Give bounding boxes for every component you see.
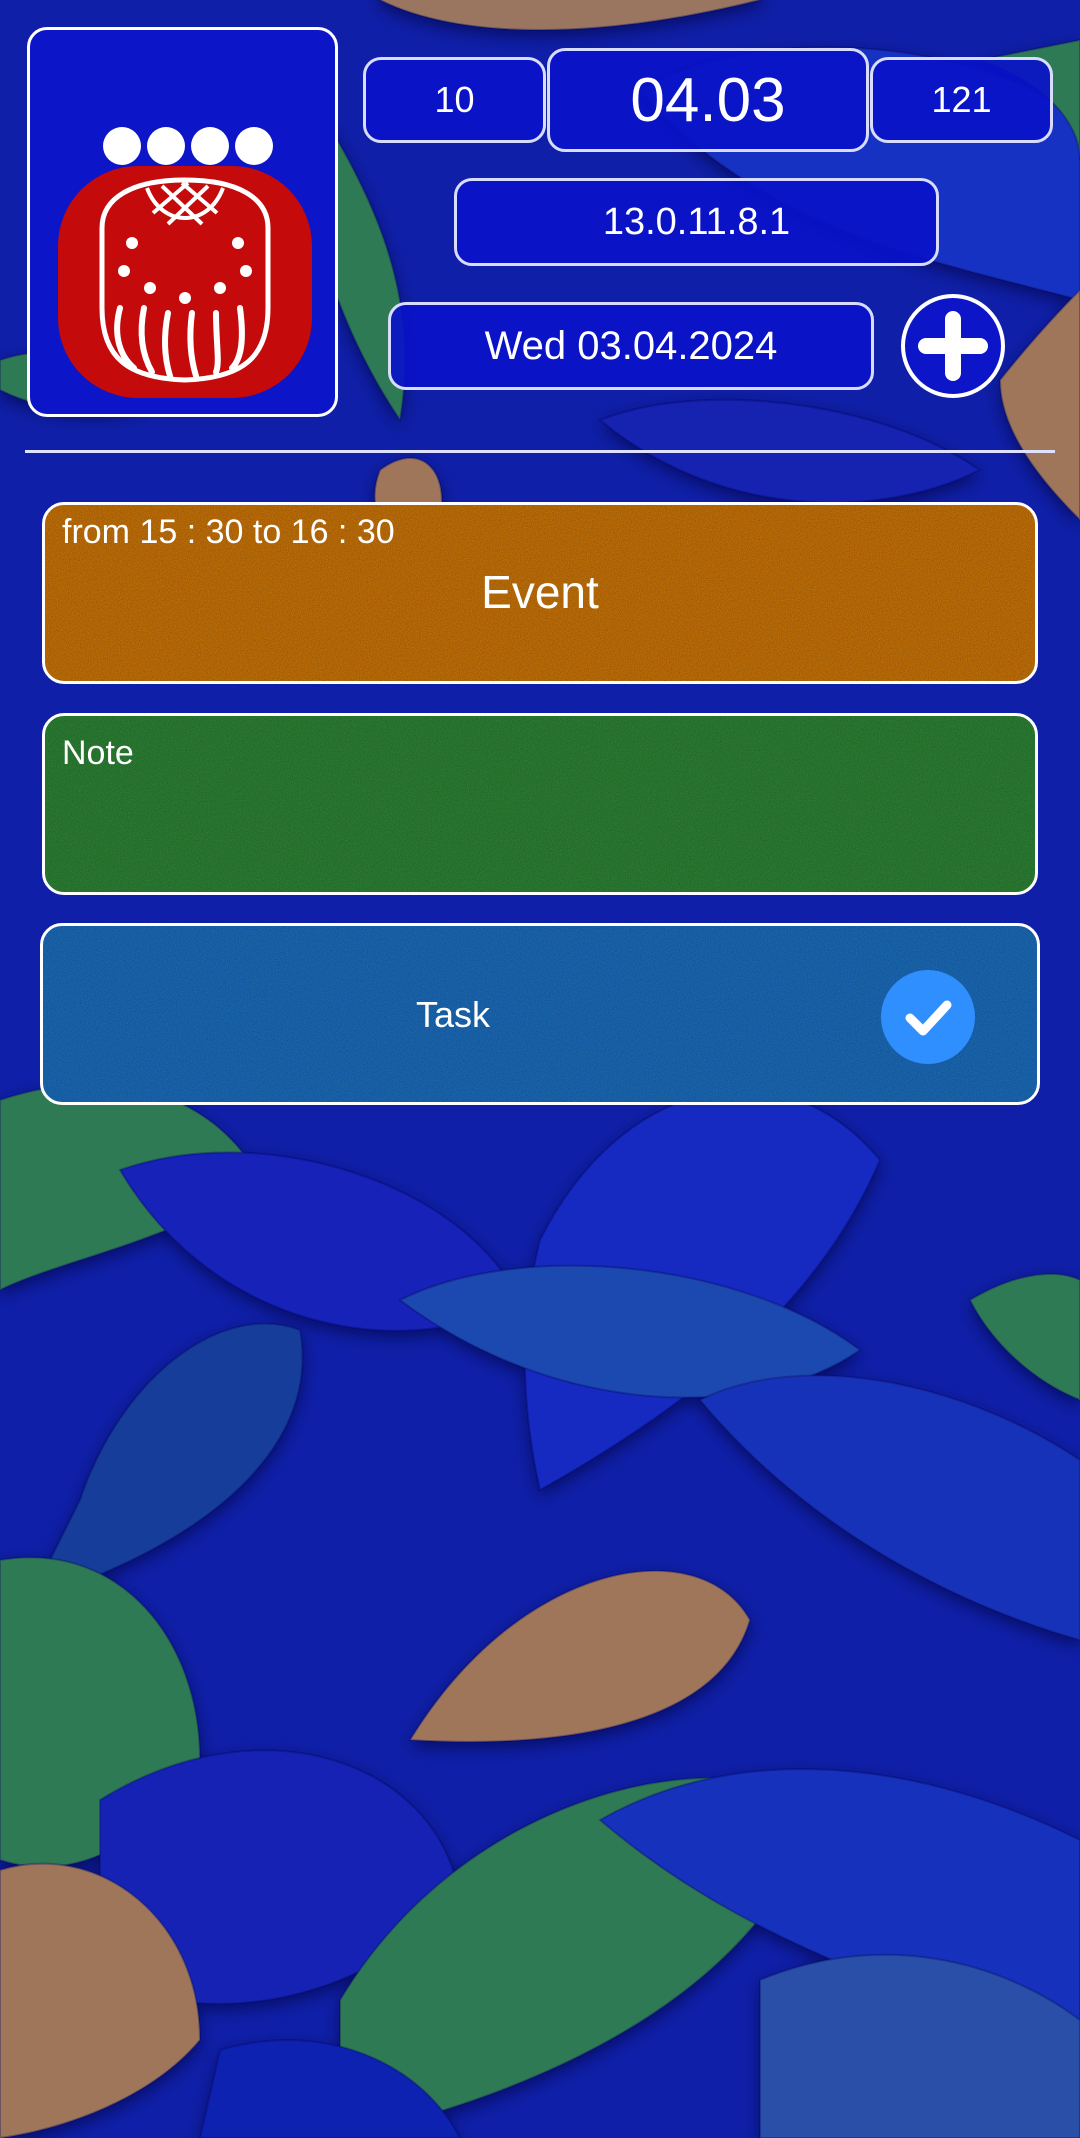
gregorian-date: Wed 03.04.2024 xyxy=(484,323,778,368)
center-date-box[interactable]: 04.03 xyxy=(547,48,869,152)
left-number-box[interactable]: 10 xyxy=(363,57,546,143)
right-number-box[interactable]: 121 xyxy=(870,57,1053,143)
right-number: 121 xyxy=(931,79,992,120)
day-glyph-card[interactable] xyxy=(27,27,338,417)
header-divider xyxy=(25,450,1055,453)
long-count: 13.0.11.8.1 xyxy=(602,200,791,243)
maya-glyph-icon xyxy=(58,166,312,398)
task-done-checkbox[interactable] xyxy=(881,970,975,1064)
long-count-box[interactable]: 13.0.11.8.1 xyxy=(454,178,939,266)
event-time: from 15 : 30 to 16 : 30 xyxy=(62,513,395,551)
note-card[interactable]: Note xyxy=(42,713,1038,895)
texture xyxy=(45,716,1035,892)
task-card[interactable]: Task xyxy=(40,923,1040,1105)
task-title: Task xyxy=(415,994,491,1035)
event-title: Event xyxy=(481,566,599,618)
event-card[interactable]: from 15 : 30 to 16 : 30 Event xyxy=(42,502,1038,684)
note-title: Note xyxy=(62,734,134,772)
plus-icon xyxy=(918,311,988,381)
left-number: 10 xyxy=(434,79,475,120)
center-date: 04.03 xyxy=(630,65,786,135)
gregorian-date-box[interactable]: Wed 03.04.2024 xyxy=(388,302,874,390)
check-icon xyxy=(905,1000,952,1036)
add-button[interactable] xyxy=(901,294,1005,398)
